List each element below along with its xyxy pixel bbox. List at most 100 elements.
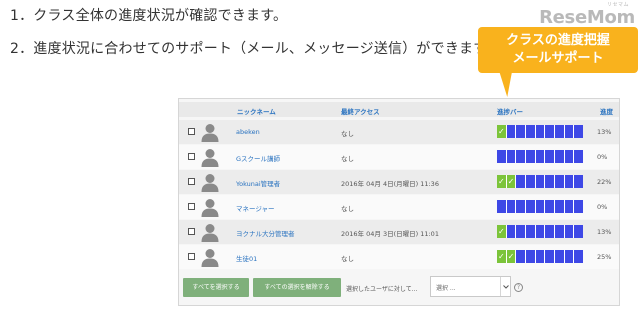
progress-segment [564, 250, 574, 263]
progress-segment [535, 250, 545, 263]
row-checkbox[interactable] [188, 178, 195, 185]
progress-segment [497, 200, 506, 213]
progress-segment [516, 225, 526, 238]
callout-box: クラスの進度把握 メールサポート [478, 27, 638, 73]
header-nickname[interactable]: ニックネーム [237, 106, 276, 116]
progress-segment [545, 125, 555, 138]
progress-bar [497, 150, 584, 163]
callout-line-2: メールサポート [512, 51, 604, 66]
bulk-action-select-value: 選択 ... [436, 285, 456, 292]
table-row: 生徒01 なし ✓ ✓ 25% [179, 245, 619, 269]
last-access: なし [341, 255, 354, 263]
progress-segment [535, 175, 545, 188]
progress-segment [516, 175, 526, 188]
header-progress-bar: 進捗バー [497, 108, 523, 116]
progress-segment [574, 175, 584, 188]
progress-segment [526, 150, 535, 163]
progress-bar: ✓ ✓ [497, 250, 584, 263]
progress-segment [526, 225, 535, 238]
progress-panel: ニックネーム 最終アクセス 進捗バー 進度 abeken なし ✓ 13% Gスクール講… [178, 98, 620, 306]
user-nickname-link[interactable]: マネージャー [236, 203, 275, 213]
last-access: なし [341, 205, 354, 213]
avatar-icon [200, 247, 220, 267]
progress-segment [516, 150, 526, 163]
help-icon[interactable]: ? [514, 283, 523, 292]
progress-segment [555, 200, 564, 213]
progress-segment [564, 150, 574, 163]
progress-segment-done: ✓ [497, 225, 506, 238]
last-access: 2016年 04月 3日(日曜日) 11:01 [341, 230, 439, 238]
progress-segment [555, 225, 564, 238]
progress-segment [506, 225, 516, 238]
progress-segment [516, 250, 526, 263]
progress-segment [564, 225, 574, 238]
progress-segment [555, 250, 564, 263]
progress-percent: 22% [597, 178, 612, 186]
select-all-button[interactable]: すべてを選択する [183, 278, 249, 297]
user-nickname-link[interactable]: 生徒01 [236, 253, 257, 263]
progress-segment [574, 125, 584, 138]
avatar-icon [200, 122, 220, 142]
row-checkbox[interactable] [188, 253, 195, 260]
progress-segment [516, 200, 526, 213]
progress-segment-done: ✓ [506, 250, 516, 263]
deselect-all-button[interactable]: すべての選択を解除する [253, 278, 341, 297]
callout-tail [499, 73, 515, 97]
intro-line-2: 2．進度状況に合わせてのサポート（メール、メッセージ送信）ができます。 [10, 41, 501, 57]
row-checkbox[interactable] [188, 153, 195, 160]
progress-segment [535, 125, 545, 138]
last-access: 2016年 04月 4日(月曜日) 11:36 [341, 180, 439, 188]
table-row: マネージャー なし 0% [179, 195, 619, 219]
last-access: なし [341, 130, 354, 138]
progress-segment [574, 250, 584, 263]
user-nickname-link[interactable]: Yokunai管理者 [236, 178, 280, 188]
progress-segment [574, 150, 584, 163]
bulk-action-select[interactable]: 選択 ... [430, 276, 511, 297]
header-last-access[interactable]: 最終アクセス [341, 106, 380, 116]
progress-percent: 0% [597, 203, 608, 211]
progress-segment [535, 200, 545, 213]
intro-line-1: 1．クラス全体の進度状況が確認できます。 [10, 8, 288, 24]
progress-bar: ✓ ✓ [497, 175, 584, 188]
progress-segment [545, 200, 555, 213]
progress-segment [526, 250, 535, 263]
progress-segment [574, 225, 584, 238]
table-row: ヨクナル大分管理者 2016年 04月 3日(日曜日) 11:01 ✓ 13% [179, 220, 619, 244]
progress-segment-done: ✓ [497, 175, 506, 188]
row-checkbox[interactable] [188, 203, 195, 210]
progress-segment [555, 150, 564, 163]
progress-bar: ✓ [497, 225, 584, 238]
table-row: Yokunai管理者 2016年 04月 4日(月曜日) 11:36 ✓ ✓ 22% [179, 170, 619, 194]
chevron-down-icon [500, 277, 510, 296]
progress-bar: ✓ [497, 125, 584, 138]
progress-segment [545, 175, 555, 188]
avatar-icon [200, 147, 220, 167]
table-header: ニックネーム 最終アクセス 進捗バー 進度 [179, 102, 619, 117]
progress-segment [506, 150, 516, 163]
avatar-icon [200, 222, 220, 242]
header-progress[interactable]: 進度 [600, 106, 613, 116]
progress-bar [497, 200, 584, 213]
user-nickname-link[interactable]: Gスクール講師 [236, 153, 280, 163]
progress-segment-done: ✓ [497, 250, 506, 263]
callout-line-1: クラスの進度把握 [506, 33, 610, 48]
progress-percent: 25% [597, 253, 612, 261]
progress-segment [506, 200, 516, 213]
user-nickname-link[interactable]: ヨクナル大分管理者 [236, 228, 295, 238]
avatar-icon [200, 172, 220, 192]
progress-segment [545, 150, 555, 163]
progress-segment [564, 125, 574, 138]
progress-segment [545, 250, 555, 263]
progress-segment-done: ✓ [497, 125, 506, 138]
row-checkbox[interactable] [188, 228, 195, 235]
logo-text: ReseMom [539, 7, 635, 28]
progress-segment-done: ✓ [506, 175, 516, 188]
progress-segment [526, 125, 535, 138]
progress-percent: 13% [597, 228, 612, 236]
row-checkbox[interactable] [188, 128, 195, 135]
user-nickname-link[interactable]: abeken [236, 128, 260, 136]
progress-segment [574, 200, 584, 213]
progress-segment [564, 175, 574, 188]
progress-segment [535, 150, 545, 163]
bulk-action-label: 選択したユーザに対して... [346, 286, 418, 293]
